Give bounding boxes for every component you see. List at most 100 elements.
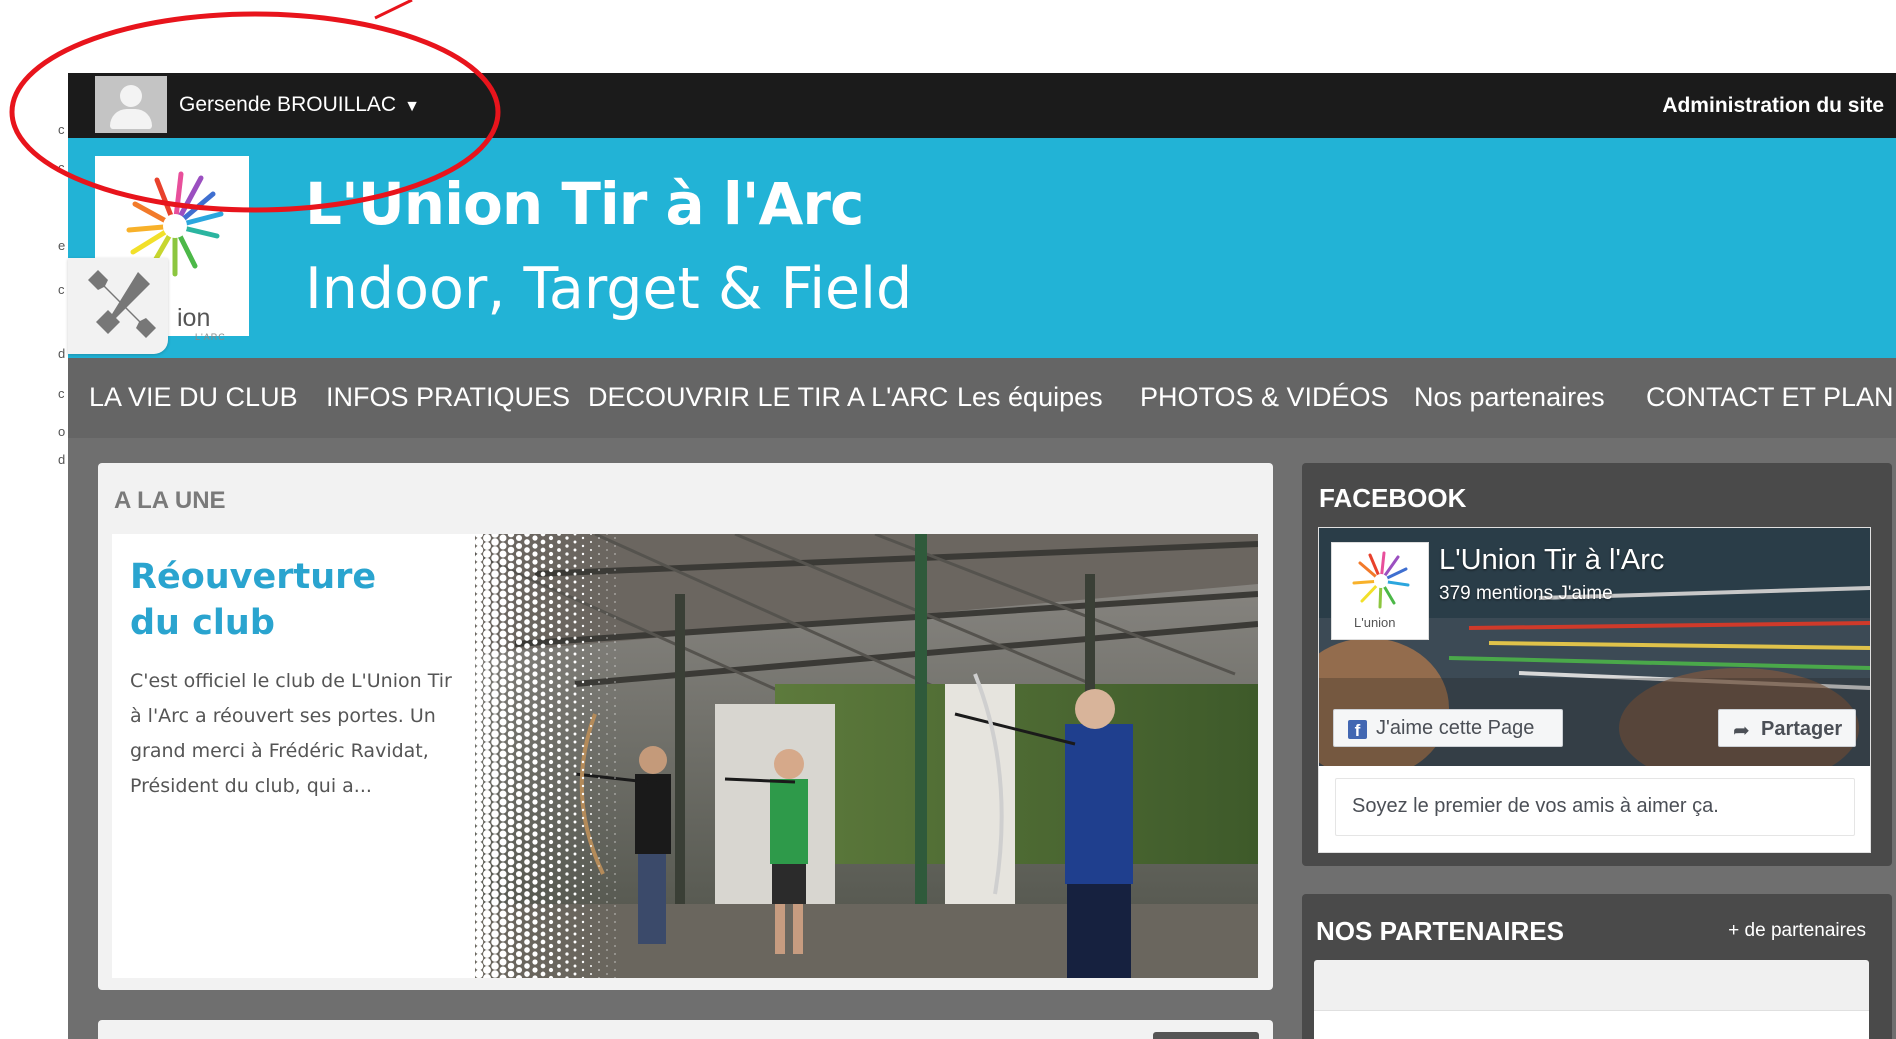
nav-item-contact-plan[interactable]: CONTACT ET PLAN — [1646, 382, 1894, 413]
halftone-dot — [475, 961, 484, 971]
halftone-dot — [614, 801, 616, 803]
halftone-dot — [565, 576, 569, 580]
halftone-dot — [499, 830, 507, 838]
halftone-dot — [598, 937, 600, 939]
halftone-dot — [606, 837, 608, 839]
nav-item-photos-videos[interactable]: PHOTOS & VIDÉOS — [1140, 382, 1389, 413]
tools-button[interactable] — [68, 258, 168, 354]
halftone-dot — [507, 538, 515, 546]
halftone-dot — [540, 587, 546, 593]
nav-item-equipes[interactable]: Les équipes — [957, 382, 1103, 413]
halftone-dot — [483, 766, 491, 774]
facebook-like-button[interactable]: f J'aime cette Page — [1333, 709, 1563, 747]
halftone-dot — [598, 633, 600, 635]
next-panel — [98, 1020, 1273, 1039]
halftone-dot — [598, 889, 600, 891]
halftone-dot — [565, 632, 569, 636]
article-photo[interactable] — [475, 534, 1258, 978]
halftone-dot — [557, 740, 561, 744]
edge-glyph: c — [58, 386, 65, 401]
nav-item-decouvrir[interactable]: DECOUVRIR LE TIR A L'ARC — [588, 382, 948, 413]
more-partners-link[interactable]: + de partenaires — [1728, 920, 1866, 942]
halftone-dot — [557, 588, 561, 592]
halftone-dot — [524, 651, 530, 657]
halftone-dot — [598, 945, 600, 947]
halftone-dot — [515, 750, 523, 758]
facebook-cover[interactable]: L'union L'Union Tir à l'Arc 379 mentions… — [1319, 528, 1870, 766]
halftone-dot — [532, 719, 538, 725]
halftone-dot — [507, 690, 515, 698]
halftone-dot — [606, 605, 608, 607]
halftone-dot — [590, 893, 592, 895]
halftone-dot — [491, 610, 499, 618]
halftone-dot — [524, 555, 530, 561]
logo-text: ion — [177, 304, 211, 332]
halftone-dot — [491, 586, 499, 594]
halftone-dot — [524, 779, 530, 785]
halftone-dot — [614, 713, 616, 715]
halftone-dot — [499, 742, 507, 750]
site-admin-link[interactable]: Administration du site — [1662, 94, 1884, 118]
halftone-dot — [483, 630, 491, 638]
halftone-dot — [524, 947, 530, 953]
halftone-dot — [614, 905, 616, 907]
halftone-dot — [475, 849, 484, 859]
halftone-dot — [573, 724, 577, 728]
halftone-dot — [565, 944, 569, 948]
halftone-dot — [524, 691, 530, 697]
halftone-dot — [499, 718, 507, 726]
halftone-dot — [590, 565, 592, 567]
halftone-dot — [524, 971, 530, 977]
halftone-dot — [515, 726, 523, 734]
nav-item-infos-pratiques[interactable]: INFOS PRATIQUES — [326, 382, 570, 413]
halftone-dot — [606, 909, 608, 911]
halftone-dot — [581, 568, 585, 572]
halftone-dot — [475, 681, 484, 691]
halftone-dot — [565, 912, 569, 916]
halftone-dot — [598, 561, 600, 563]
halftone-dot — [614, 641, 616, 643]
halftone-dot — [515, 550, 523, 558]
next-panel-button[interactable] — [1153, 1032, 1259, 1039]
nav-item-partenaires[interactable]: Nos partenaires — [1414, 382, 1605, 413]
halftone-dot — [548, 799, 554, 805]
halftone-dot — [475, 545, 484, 555]
halftone-dot — [606, 965, 608, 967]
facebook-page-name[interactable]: L'Union Tir à l'Arc — [1439, 544, 1664, 577]
halftone-dot — [532, 967, 538, 973]
user-menu[interactable]: Gersende BROUILLAC ▼ — [179, 93, 420, 117]
halftone-dot — [581, 656, 585, 660]
facebook-page-logo[interactable]: L'union — [1331, 542, 1429, 640]
halftone-dot — [557, 580, 561, 584]
halftone-dot — [614, 673, 616, 675]
halftone-dot — [532, 831, 538, 837]
halftone-dot — [581, 936, 585, 940]
site-title[interactable]: L'Union Tir à l'Arc — [305, 170, 864, 238]
halftone-dot — [581, 664, 585, 668]
halftone-dot — [614, 697, 616, 699]
halftone-dot — [515, 574, 523, 582]
halftone-dot — [590, 741, 592, 743]
halftone-dot — [491, 866, 499, 874]
halftone-dot — [565, 768, 569, 772]
halftone-dot — [614, 817, 616, 819]
halftone-dot — [499, 790, 507, 798]
halftone-dot — [614, 617, 616, 619]
facebook-share-button[interactable]: ➦ Partager — [1718, 709, 1856, 747]
halftone-dot — [475, 761, 484, 771]
halftone-dot — [548, 831, 554, 837]
halftone-dot — [491, 666, 499, 674]
halftone-dot — [548, 687, 554, 693]
halftone-dot — [532, 703, 538, 709]
article-title[interactable]: Réouverture du club — [130, 554, 430, 646]
halftone-dot — [507, 818, 515, 826]
featured-article[interactable]: Réouverture du club C'est officiel le cl… — [112, 534, 1258, 978]
halftone-dot — [557, 884, 561, 888]
halftone-dot — [524, 931, 530, 937]
halftone-dot — [483, 694, 491, 702]
halftone-dot — [499, 646, 507, 654]
avatar[interactable] — [95, 76, 167, 133]
halftone-dot — [515, 830, 523, 838]
nav-item-la-vie-du-club[interactable]: LA VIE DU CLUB — [89, 382, 298, 413]
halftone-dot — [483, 958, 491, 966]
